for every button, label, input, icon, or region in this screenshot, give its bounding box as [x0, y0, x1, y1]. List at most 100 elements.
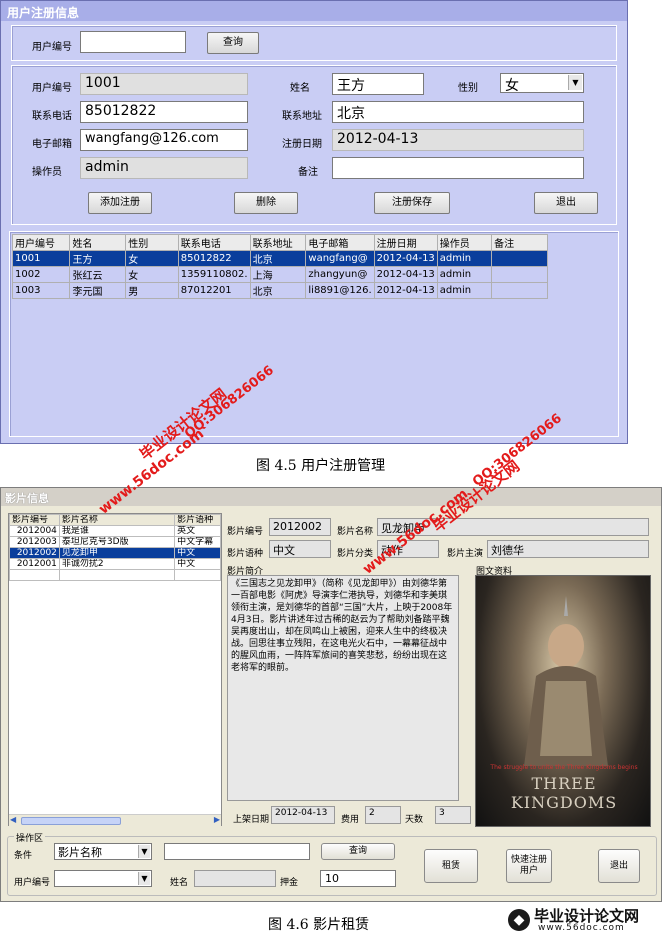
language-field: 中文 — [269, 540, 331, 558]
column-header[interactable]: 影片语种 — [174, 514, 221, 526]
category-label: 影片分类 — [337, 549, 374, 559]
table-cell: 2012002 — [9, 547, 60, 559]
table-cell: 英文 — [174, 525, 221, 537]
table-cell: 我是谁 — [58, 525, 176, 537]
table-row-empty[interactable] — [9, 569, 221, 581]
logo-mark-icon: ◆ — [508, 909, 530, 931]
condition-select[interactable]: 影片名称 ▼ — [54, 843, 152, 860]
user-id-label-film: 用户编号 — [14, 878, 51, 888]
table-cell — [174, 569, 221, 581]
column-header[interactable]: 用户编号 — [11, 234, 71, 251]
column-header[interactable]: 操作员 — [436, 234, 493, 251]
address-field[interactable]: 北京 — [332, 101, 584, 123]
table-row[interactable]: 2012001 非诚勿扰2 中文 — [9, 558, 221, 570]
table-row[interactable]: 2012004 我是谁 英文 — [9, 525, 221, 537]
query-button[interactable]: 查询 — [207, 32, 259, 54]
column-header[interactable]: 电子邮箱 — [305, 234, 375, 251]
save-registration-button[interactable]: 注册保存 — [374, 192, 450, 214]
chevron-down-icon[interactable]: ▼ — [568, 75, 582, 90]
horizontal-scrollbar[interactable]: ◀ ▶ — [9, 814, 221, 826]
table-cell: 李元国 — [69, 282, 127, 299]
table-cell — [491, 250, 548, 267]
table-cell: 1359110802. — [177, 266, 251, 283]
table-cell: 女 — [125, 266, 179, 283]
search-label: 用户编号 — [32, 42, 72, 53]
user-id-select[interactable]: ▼ — [54, 870, 152, 887]
table-cell: admin — [436, 282, 493, 299]
table-cell — [58, 569, 176, 581]
exit-button-film[interactable]: 退出 — [598, 849, 640, 883]
remark-field[interactable] — [332, 157, 584, 179]
query-input[interactable] — [164, 843, 310, 860]
film-poster-image: The struggle to unite the Three Kingdoms… — [475, 575, 651, 827]
fee-field: 2 — [365, 806, 401, 824]
column-header[interactable]: 姓名 — [69, 234, 127, 251]
scroll-left-icon[interactable]: ◀ — [10, 815, 16, 824]
table-cell: 2012004 — [9, 525, 60, 537]
scroll-right-icon[interactable]: ▶ — [214, 815, 220, 824]
table-cell: 87012201 — [177, 282, 251, 299]
footer-logo: ◆ 毕业设计论文网 www.56doc.com — [508, 903, 668, 935]
language-label: 影片语种 — [227, 549, 264, 559]
column-header[interactable]: 性别 — [125, 234, 179, 251]
condition-value: 影片名称 — [58, 846, 102, 859]
gender-label: 性别 — [458, 83, 478, 94]
table-cell: admin — [436, 266, 493, 283]
add-registration-button[interactable]: 添加注册 — [88, 192, 152, 214]
lead-field: 刘德华 — [487, 540, 649, 558]
table-cell — [491, 282, 548, 299]
scroll-thumb[interactable] — [21, 817, 121, 825]
column-header[interactable]: 备注 — [491, 234, 548, 251]
operator-field: admin — [80, 157, 248, 179]
lead-label: 影片主演 — [447, 549, 484, 559]
exit-button[interactable]: 退出 — [534, 192, 598, 214]
query-button-film[interactable]: 查询 — [321, 843, 395, 860]
table-cell: 男 — [125, 282, 179, 299]
table-cell: 见龙卸甲 — [58, 547, 176, 559]
film-list-panel: 影片编号 影片名称 影片语种 2012004 我是谁 英文 2012003 泰坦尼克号3D版… — [8, 513, 222, 826]
phone-field[interactable]: 85012822 — [80, 101, 248, 123]
search-input[interactable] — [80, 31, 186, 53]
film-rental-window: 影片信息 影片编号 影片名称 影片语种 2012004 我是谁 英文 2012003 泰坦尼… — [0, 487, 662, 902]
rent-button[interactable]: 租赁 — [424, 849, 478, 883]
table-cell: 2012-04-13 — [373, 282, 438, 299]
quick-register-button[interactable]: 快速注册用户 — [506, 849, 552, 883]
name-field-film — [194, 870, 276, 887]
table-cell: admin — [436, 250, 493, 267]
table-row[interactable]: 2012003 泰坦尼克号3D版 中文字幕 — [9, 536, 221, 548]
column-header[interactable]: 联系地址 — [249, 234, 307, 251]
gender-select[interactable]: 女 ▼ — [500, 73, 584, 93]
table-cell: 北京 — [249, 250, 307, 267]
table-cell: zhangyun@ — [305, 266, 375, 283]
window-title: 用户注册信息 — [1, 1, 627, 21]
film-id-field: 2012002 — [269, 518, 331, 536]
email-field[interactable]: wangfang@126.com — [80, 129, 248, 151]
chevron-down-icon[interactable]: ▼ — [138, 845, 150, 858]
user-table: 用户编号 姓名 性别 联系电话 联系地址 电子邮箱 注册日期 操作员 备注 1001 王方女 850… — [11, 234, 548, 299]
table-row[interactable]: 1002 张红云女 1359110802. 上海 zhangyun@ 2012-04-13… — [11, 266, 548, 283]
footer-site: www.56doc.com — [538, 923, 625, 933]
column-header[interactable]: 影片编号 — [9, 514, 60, 526]
column-header[interactable]: 影片名称 — [58, 514, 176, 526]
deposit-field[interactable]: 10 — [320, 870, 396, 887]
film-name-label: 影片名称 — [337, 527, 374, 537]
table-cell: li8891@126. — [305, 282, 375, 299]
table-cell: 非诚勿扰2 — [58, 558, 176, 570]
chevron-down-icon[interactable]: ▼ — [138, 872, 150, 885]
table-cell: 北京 — [249, 282, 307, 299]
delete-button[interactable]: 删除 — [234, 192, 298, 214]
user-registration-window: 用户注册信息 用户编号 查询 用户编号 1001 姓名 王方 性别 女 ▼ 联系… — [0, 0, 628, 444]
table-cell: 1001 — [11, 250, 71, 267]
table-cell: 女 — [125, 250, 179, 267]
column-header[interactable]: 联系电话 — [177, 234, 251, 251]
intro-text: 《三国志之见龙卸甲》（简称《见龙卸甲》）由刘德华第一百部电影《阿虎》导演李仁港执… — [227, 575, 459, 801]
table-row[interactable]: 2012002 见龙卸甲 中文 — [9, 547, 221, 559]
table-row[interactable]: 1001 王方女 85012822 北京 wangfang@ 2012-04-13 admi… — [11, 250, 548, 267]
email-label: 电子邮箱 — [32, 139, 72, 150]
film-id-label: 影片编号 — [227, 527, 264, 537]
table-cell: 王方 — [69, 250, 127, 267]
table-row[interactable]: 1003 李元国男 87012201 北京 li8891@126. 2012-04-13 a… — [11, 282, 548, 299]
column-header[interactable]: 注册日期 — [373, 234, 438, 251]
name-field[interactable]: 王方 — [332, 73, 424, 95]
fee-label: 费用 — [341, 815, 360, 825]
